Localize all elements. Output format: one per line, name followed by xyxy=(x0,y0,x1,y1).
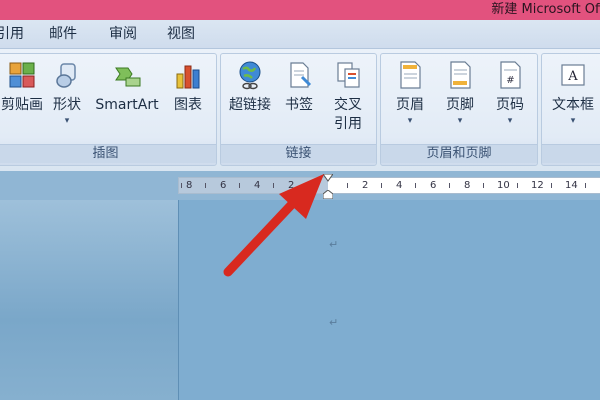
ruler-minor-tick xyxy=(273,183,274,188)
ruler-minor-tick xyxy=(551,183,552,188)
group-illustrations: 剪贴画 形状 ▾ SmartArt 图表 插图 xyxy=(0,53,217,166)
ruler-minor-tick xyxy=(239,183,240,188)
hyperlink-button[interactable]: 超链接 xyxy=(225,60,275,115)
ruler-tick: 12 xyxy=(531,180,544,191)
ruler-minor-tick xyxy=(307,183,308,188)
header-icon xyxy=(395,60,425,90)
ruler-minor-tick xyxy=(381,183,382,188)
window-title: 新建 Microsoft Off xyxy=(491,2,600,17)
cross-reference-icon xyxy=(333,60,363,90)
page-number-icon: # xyxy=(495,60,525,90)
page-number-button[interactable]: # 页码 ▾ xyxy=(489,60,531,127)
ruler-minor-tick xyxy=(449,183,450,188)
cross-reference-label: 交叉 引用 xyxy=(325,96,371,134)
tab-mailings[interactable]: 邮件 xyxy=(49,20,77,48)
cross-reference-button[interactable]: 交叉 引用 xyxy=(325,60,371,134)
page-number-label: 页码 xyxy=(496,97,524,113)
tab-review[interactable]: 审阅 xyxy=(109,20,137,48)
smartart-icon xyxy=(112,60,142,90)
paragraph-mark: ↵ xyxy=(329,238,339,251)
ribbon-tab-bar: 引用 邮件 审阅 视图 xyxy=(0,20,600,49)
tab-view[interactable]: 视图 xyxy=(167,20,195,48)
tab-references[interactable]: 引用 xyxy=(0,20,24,48)
ruler-tick: 2 xyxy=(362,180,369,191)
bookmark-button[interactable]: 书签 xyxy=(281,60,317,115)
chart-label: 图表 xyxy=(174,97,202,113)
ruler-minor-tick xyxy=(517,183,518,188)
group-label-illustrations: 插图 xyxy=(0,144,216,163)
hanging-indent-marker[interactable] xyxy=(323,190,333,199)
ruler-minor-tick xyxy=(347,183,348,188)
ribbon: 剪贴画 形状 ▾ SmartArt 图表 插图 超链接 书签 交叉 引用 链接 … xyxy=(0,49,600,171)
paragraph-mark: ↵ xyxy=(329,316,339,329)
chevron-down-icon: ▾ xyxy=(507,116,513,126)
group-label-header-footer: 页眉和页脚 xyxy=(381,144,537,163)
chart-button[interactable]: 图表 xyxy=(166,60,210,115)
shapes-icon xyxy=(52,60,82,90)
ruler-tick: 6 xyxy=(220,180,227,191)
clipart-label: 剪贴画 xyxy=(1,97,43,113)
ruler-minor-tick xyxy=(585,183,586,188)
footer-button[interactable]: 页脚 ▾ xyxy=(439,60,481,127)
ruler-tick: 4 xyxy=(254,180,261,191)
textbox-button[interactable]: A 文本框 ▾ xyxy=(546,60,600,127)
cross-reference-label-line1: 交叉 xyxy=(334,97,362,113)
textbox-icon: A xyxy=(558,60,588,90)
textbox-label: 文本框 xyxy=(552,97,594,113)
shapes-button[interactable]: 形状 ▾ xyxy=(47,60,87,127)
svg-text:#: # xyxy=(506,75,514,86)
footer-label: 页脚 xyxy=(446,97,474,113)
footer-icon xyxy=(445,60,475,90)
hyperlink-icon xyxy=(235,60,265,90)
ruler-tick: 8 xyxy=(464,180,471,191)
header-button[interactable]: 页眉 ▾ xyxy=(389,60,431,127)
ruler-tick: 4 xyxy=(396,180,403,191)
ruler-minor-tick xyxy=(205,183,206,188)
clipart-button[interactable]: 剪贴画 xyxy=(0,60,45,115)
smartart-button[interactable]: SmartArt xyxy=(94,60,160,115)
chevron-down-icon: ▾ xyxy=(570,116,576,126)
svg-text:A: A xyxy=(567,69,578,84)
title-bar: 新建 Microsoft Off xyxy=(0,0,600,20)
chart-icon xyxy=(173,60,203,90)
hyperlink-label: 超链接 xyxy=(229,97,271,113)
chevron-down-icon: ▾ xyxy=(64,116,70,126)
group-label-links: 链接 xyxy=(221,144,376,163)
bookmark-label: 书签 xyxy=(285,97,313,113)
ruler-minor-tick xyxy=(181,183,182,188)
ruler-tick: 10 xyxy=(497,180,510,191)
left-margin-area xyxy=(0,200,178,400)
ruler-tick: 6 xyxy=(430,180,437,191)
ruler-tick: 14 xyxy=(565,180,578,191)
header-label: 页眉 xyxy=(396,97,424,113)
group-links: 超链接 书签 交叉 引用 链接 xyxy=(220,53,377,166)
cross-reference-label-line2: 引用 xyxy=(334,116,362,132)
ruler-minor-tick xyxy=(483,183,484,188)
ruler-tick: 8 xyxy=(186,180,193,191)
bookmark-icon xyxy=(284,60,314,90)
ruler-tick: 2 xyxy=(288,180,295,191)
smartart-label: SmartArt xyxy=(95,97,159,113)
horizontal-ruler[interactable]: 8 6 4 2 2 4 6 8 10 12 14 xyxy=(178,177,600,194)
chevron-down-icon: ▾ xyxy=(457,116,463,126)
first-line-indent-marker[interactable] xyxy=(323,174,333,182)
chevron-down-icon: ▾ xyxy=(407,116,413,126)
document-page[interactable]: ↵ ↵ xyxy=(178,200,600,400)
ruler-minor-tick xyxy=(415,183,416,188)
group-header-footer: 页眉 ▾ 页脚 ▾ # 页码 ▾ 页眉和页脚 xyxy=(380,53,538,166)
shapes-label: 形状 xyxy=(53,97,81,113)
group-label-text xyxy=(542,144,600,163)
group-text: A 文本框 ▾ xyxy=(541,53,600,166)
clipart-icon xyxy=(7,60,37,90)
